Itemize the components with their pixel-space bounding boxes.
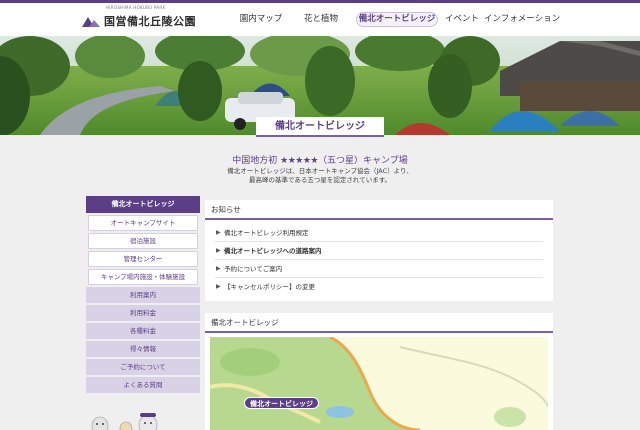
nav-label: 園内マップ [239,14,283,24]
logo-subtext: HIROSHIMA HOKUBU PARK [106,5,166,10]
nav-park-map[interactable]: 園内マップ [234,3,288,36]
nav-label: インフォメーション [484,14,561,24]
nav-label: 花と植物 [303,14,338,24]
news-item[interactable]: ▶ 備北オートビレッジ利用規定 [215,224,543,242]
sidebar-item[interactable]: よくある質問 [86,377,200,393]
nav-label: イベント [444,14,479,24]
global-nav: 園内マップ 花と植物 備北オートビレッジ イベント インフォメーション [234,3,560,36]
triangle-right-icon: ▶ [216,247,221,254]
nav-flowers-plants[interactable]: 花と植物 [288,3,354,36]
sidebar-item[interactable]: 得々情報 [86,341,200,357]
mascot-illustration [86,412,196,430]
news-panel: お知らせ ▶ 備北オートビレッジ利用規定 ▶ 備北オートビレッジへの道路案内 ▶ 予約… [205,200,553,301]
map-panel: 備北オートビレッジ 備北オートビレッジ [205,313,553,430]
sidebar-item[interactable]: ご予約について [86,359,200,375]
nav-information[interactable]: インフォメーション [484,3,560,36]
sidebar-item[interactable]: 利用料金 [86,305,200,321]
intro-text-line-2: 最高峰の基準である五つ星を認定されています。 [248,176,392,184]
news-item-label: 備北オートビレッジ利用規定 [224,229,309,237]
sidebar-sub-item[interactable]: 宿泊施設 [88,233,198,249]
news-item-label: 備北オートビレッジへの道路案内 [224,247,322,255]
triangle-right-icon: ▶ [216,229,221,236]
triangle-right-icon: ▶ [216,265,221,272]
nav-auto-village-active[interactable]: 備北オートビレッジ [354,3,440,36]
mountain-logo-icon [82,15,100,27]
hero-section-label: 備北オートビレッジ [256,117,384,137]
map-title: 備北オートビレッジ [205,313,553,333]
logo-title: 国営備北丘陵公園 [104,15,196,28]
sidebar-heading[interactable]: 備北オートビレッジ [86,196,200,213]
map-location-badge[interactable]: 備北オートビレッジ [244,397,319,409]
news-item[interactable]: ▶ 予約についてご案内 [215,260,543,278]
news-item[interactable]: ▶ 備北オートビレッジへの道路案内 [215,242,543,260]
sidebar-item[interactable]: 各種料金 [86,323,200,339]
site-logo[interactable]: HIROSHIMA HOKUBU PARK 国営備北丘陵公園 [82,5,196,31]
nav-events[interactable]: イベント [440,3,484,36]
news-item-label: 【キャンセルポリシー】の変更 [224,283,315,291]
sidebar-sub-item[interactable]: キャンプ場内施設・体験施設 [88,269,198,285]
sidebar-item[interactable]: 利用案内 [86,287,200,303]
nav-label: 備北オートビレッジ [358,14,436,24]
news-title: お知らせ [205,200,553,220]
news-item-label: 予約についてご案内 [224,265,283,273]
area-map[interactable]: 備北オートビレッジ [210,337,548,430]
sidebar-nav: 備北オートビレッジ オートキャンプサイト 宿泊施設 管理センター キャンプ場内施… [86,196,200,393]
sidebar-sub-item[interactable]: 管理センター [88,251,198,267]
sidebar-sub-item[interactable]: オートキャンプサイト [88,215,198,231]
news-item[interactable]: ▶ 【キャンセルポリシー】の変更 [215,278,543,296]
triangle-right-icon: ▶ [216,283,221,290]
